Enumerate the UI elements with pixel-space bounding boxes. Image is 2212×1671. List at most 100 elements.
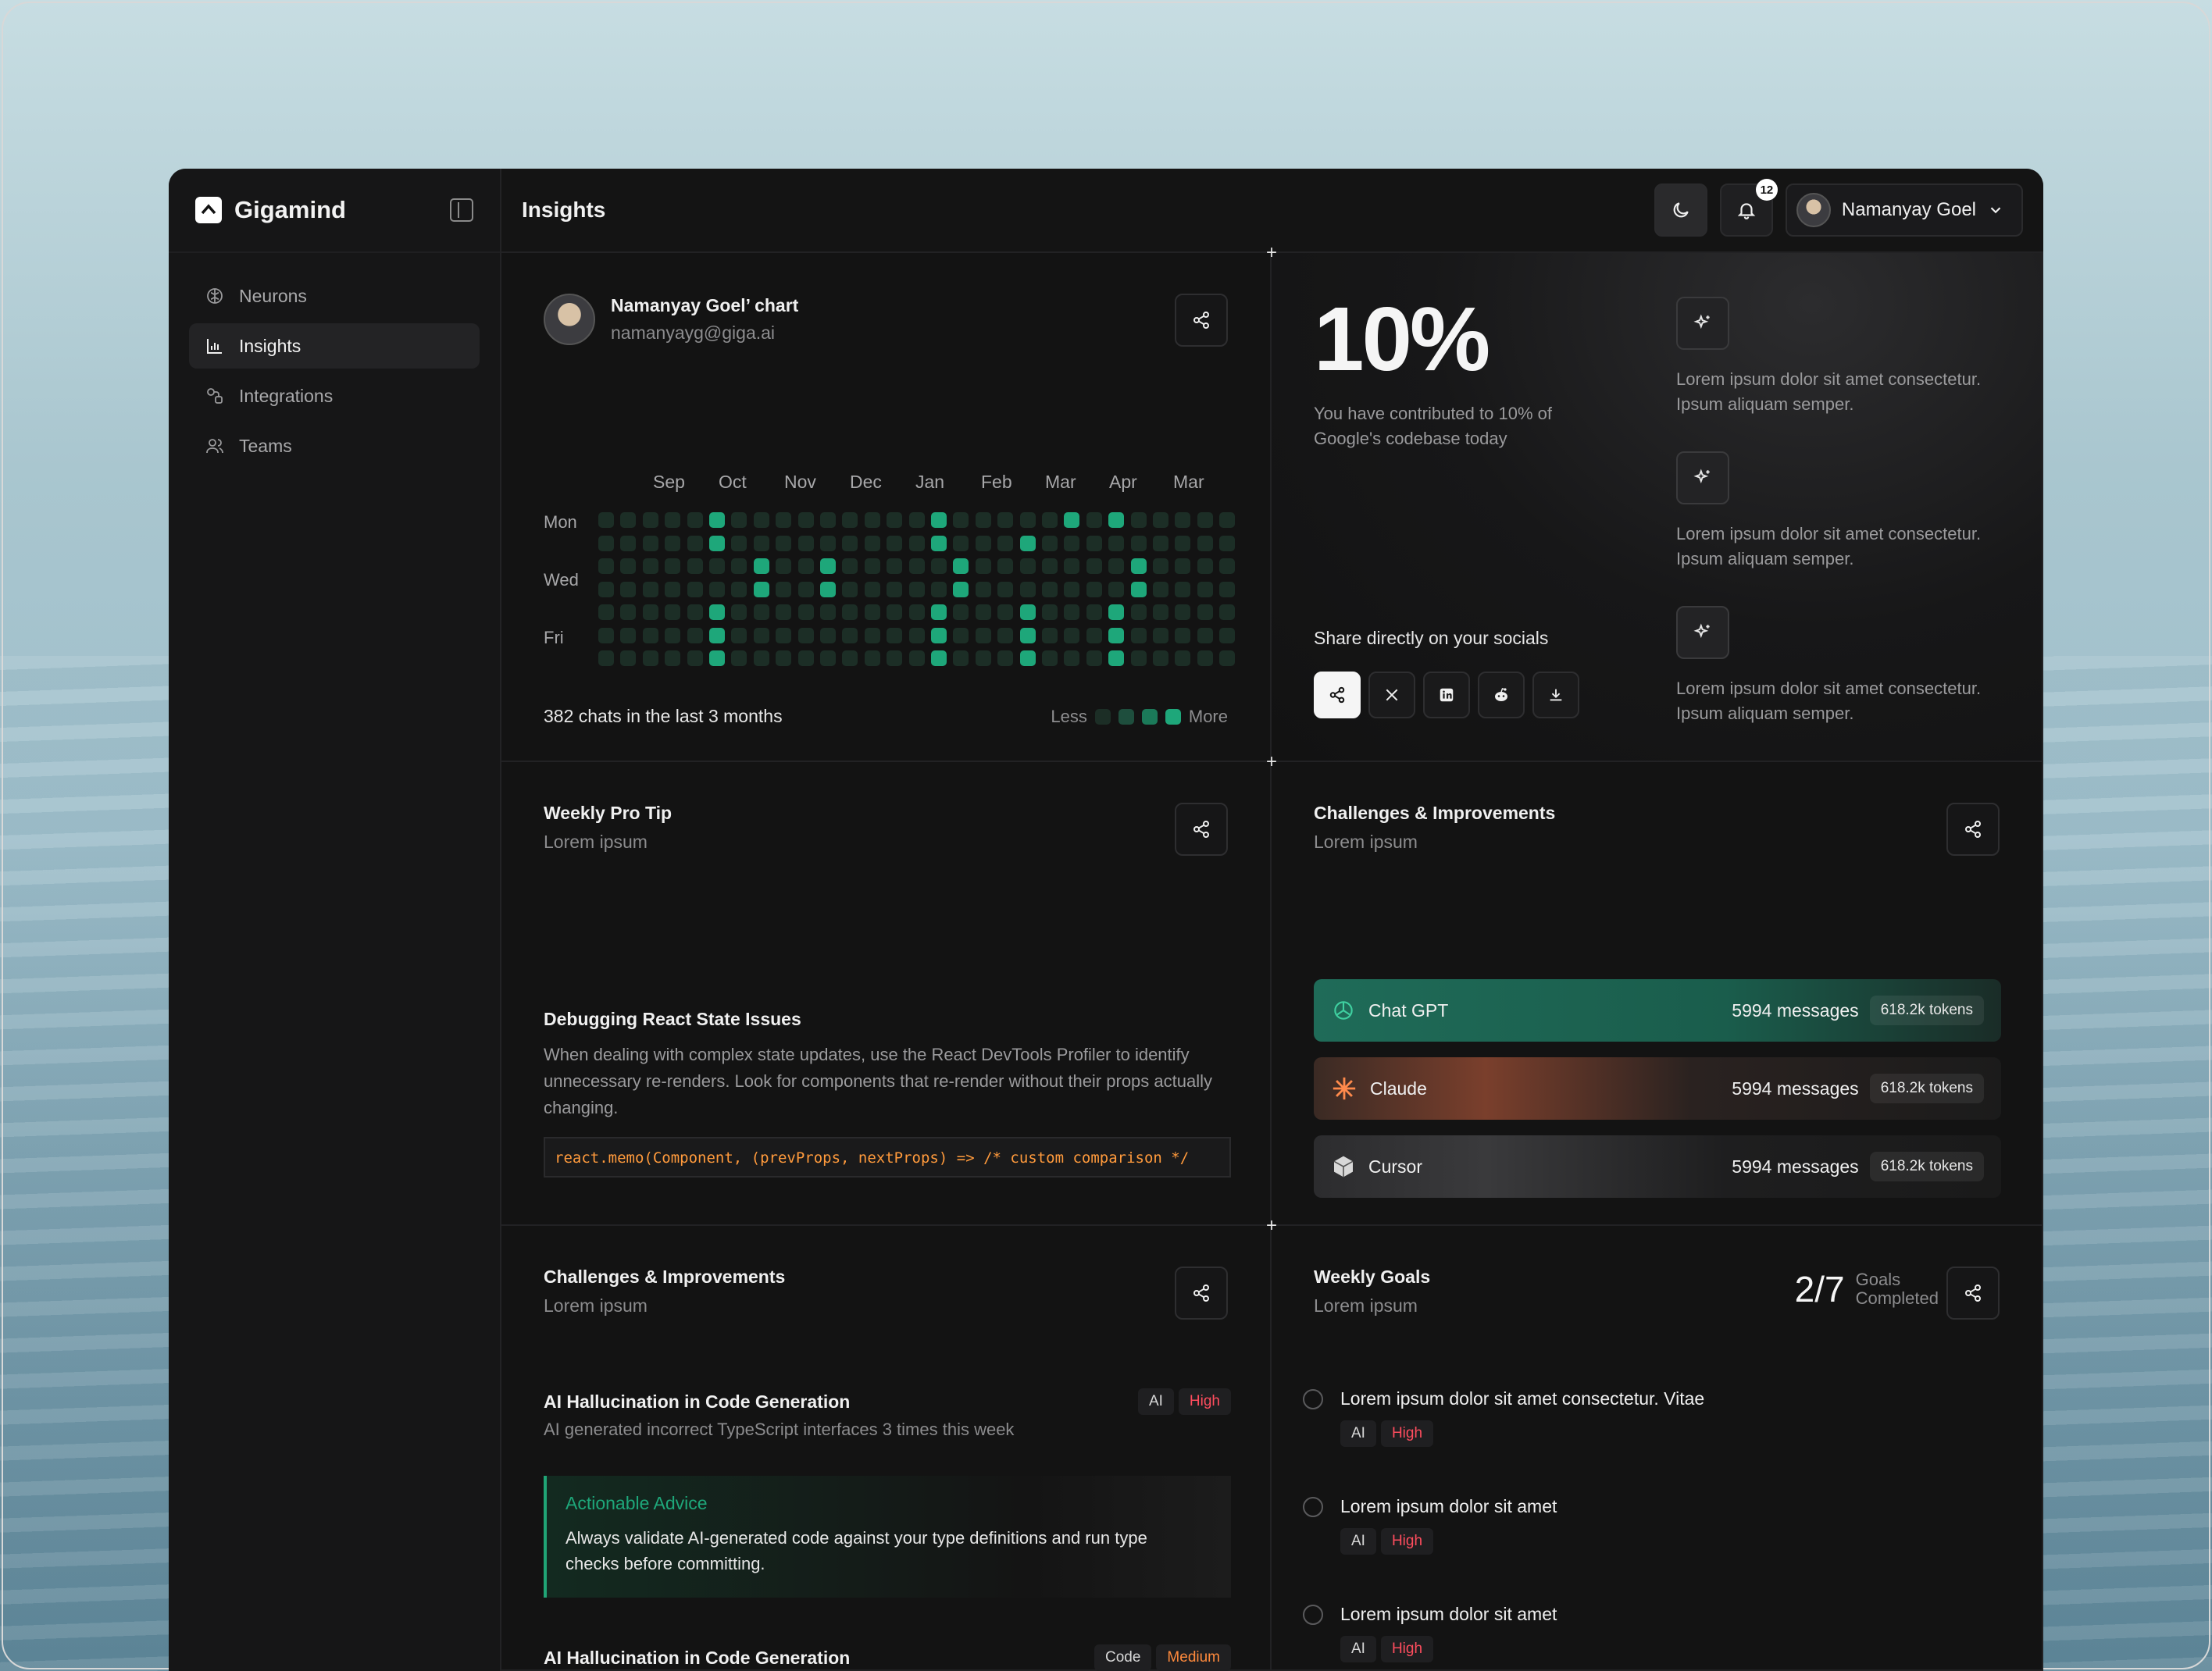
heatmap-cell bbox=[1086, 512, 1102, 528]
heatmap-cell bbox=[887, 650, 903, 666]
heatmap-cell bbox=[953, 581, 969, 597]
theme-toggle-button[interactable] bbox=[1654, 183, 1707, 237]
main-content: Insights 12 Namanyay Goel Namanyay Goel’… bbox=[501, 169, 2043, 1671]
goal-item[interactable]: Lorem ipsum dolor sit amet AI High bbox=[1303, 1604, 2006, 1662]
cursor-icon bbox=[1333, 1156, 1354, 1178]
heatmap-cell bbox=[864, 581, 880, 597]
download-button[interactable] bbox=[1532, 672, 1579, 718]
tip-item: Lorem ipsum dolor sit amet consectetur. … bbox=[1676, 451, 2004, 572]
month-label: Sep bbox=[653, 472, 685, 492]
share-button[interactable] bbox=[1175, 803, 1228, 856]
challenge-item[interactable]: AI Hallucination in Code Generation Code… bbox=[544, 1644, 1231, 1671]
goal-item[interactable]: Lorem ipsum dolor sit amet AI High bbox=[1303, 1496, 2006, 1555]
heatmap-cell bbox=[953, 604, 969, 620]
heatmap-cell bbox=[908, 581, 925, 597]
heatmap-cell bbox=[1042, 650, 1058, 666]
heatmap-cell bbox=[1197, 535, 1213, 551]
panel-subtitle: Lorem ipsum bbox=[544, 1295, 648, 1316]
heatmap-cell bbox=[842, 650, 858, 666]
share-reddit-button[interactable] bbox=[1478, 672, 1525, 718]
heatmap-cell bbox=[1108, 558, 1125, 574]
share-icon bbox=[1193, 821, 1209, 838]
user-menu-button[interactable]: Namanyay Goel bbox=[1785, 183, 2023, 237]
priority-tag: High bbox=[1178, 1388, 1231, 1415]
heatmap-cell bbox=[1153, 581, 1168, 597]
weekly-goals-panel: Weekly Goals Lorem ipsum 2/7 Goals Compl… bbox=[1272, 1226, 2043, 1671]
model-row-claude[interactable]: Claude 5994 messages 618.2k tokens bbox=[1314, 1057, 2001, 1120]
legend-swatch bbox=[1094, 708, 1111, 725]
heatmap-cell bbox=[820, 558, 836, 574]
share-button[interactable] bbox=[1314, 672, 1361, 718]
month-label: Oct bbox=[719, 472, 747, 492]
notifications-button[interactable]: 12 bbox=[1719, 179, 1778, 237]
heatmap-cell bbox=[1042, 512, 1058, 528]
heatmap-cell bbox=[887, 535, 903, 551]
heatmap-cell bbox=[975, 604, 991, 620]
heatmap-cell bbox=[598, 650, 614, 666]
month-label: Feb bbox=[981, 472, 1012, 492]
heatmap-cell bbox=[1130, 512, 1147, 528]
heatmap-cell bbox=[620, 512, 637, 528]
month-label: Mar bbox=[1173, 472, 1204, 492]
tag: AI bbox=[1137, 1388, 1174, 1415]
sidebar-nav: Neurons Insights Integrations Teams bbox=[169, 253, 500, 489]
heatmap-cell bbox=[864, 650, 880, 666]
sidebar-item-insights[interactable]: Insights bbox=[189, 323, 480, 369]
sidebar-item-neurons[interactable]: Neurons bbox=[189, 273, 480, 319]
heatmap-cell bbox=[797, 627, 814, 643]
goal-item[interactable]: Lorem ipsum dolor sit amet consectetur. … bbox=[1303, 1388, 2006, 1447]
challenges-panel: Challenges & Improvements Lorem ipsum AI… bbox=[501, 1226, 1272, 1671]
heatmap-cell bbox=[997, 558, 1014, 574]
goal-checkbox[interactable] bbox=[1303, 1496, 1323, 1517]
goal-text: Lorem ipsum dolor sit amet bbox=[1340, 1604, 1557, 1624]
sidebar-item-teams[interactable]: Teams bbox=[189, 423, 480, 469]
model-usage-panel: Challenges & Improvements Lorem ipsum Ch… bbox=[1272, 762, 2043, 1226]
heatmap-cell bbox=[975, 627, 991, 643]
heatmap-cell bbox=[842, 558, 858, 574]
heatmap-cell bbox=[953, 627, 969, 643]
heatmap-cell bbox=[642, 581, 658, 597]
share-button[interactable] bbox=[1946, 803, 2000, 856]
heatmap-cell bbox=[1175, 535, 1191, 551]
share-button[interactable] bbox=[1175, 1267, 1228, 1320]
heatmap-cell bbox=[797, 558, 814, 574]
sidebar-item-integrations[interactable]: Integrations bbox=[189, 373, 480, 419]
heatmap-cell bbox=[1086, 535, 1102, 551]
heatmap-cell bbox=[997, 535, 1014, 551]
reddit-icon bbox=[1495, 688, 1507, 701]
heatmap-cell bbox=[1197, 604, 1213, 620]
heatmap-cell bbox=[620, 558, 637, 574]
model-name: Cursor bbox=[1368, 1156, 1423, 1177]
heatmap-cell bbox=[1130, 650, 1147, 666]
social-buttons bbox=[1314, 672, 1579, 718]
share-button[interactable] bbox=[1175, 294, 1228, 347]
share-linkedin-button[interactable] bbox=[1423, 672, 1470, 718]
heatmap-cell bbox=[642, 512, 658, 528]
heatmap-cell bbox=[642, 650, 658, 666]
model-row-cursor[interactable]: Cursor 5994 messages 618.2k tokens bbox=[1314, 1135, 2001, 1198]
heatmap-cell bbox=[1019, 581, 1036, 597]
month-label: Mar bbox=[1045, 472, 1076, 492]
month-label: Apr bbox=[1109, 472, 1137, 492]
challenge-item[interactable]: AI Hallucination in Code Generation AI H… bbox=[544, 1388, 1231, 1440]
heatmap-cell bbox=[1042, 581, 1058, 597]
heatmap-cell bbox=[931, 604, 947, 620]
heatmap-cell bbox=[820, 512, 836, 528]
legend-swatch bbox=[1165, 708, 1181, 725]
heatmap-cell bbox=[620, 535, 637, 551]
share-x-button[interactable] bbox=[1368, 672, 1415, 718]
goals-completed: 2/7 Goals Completed bbox=[1795, 1268, 1939, 1310]
model-row-chatgpt[interactable]: Chat GPT 5994 messages 618.2k tokens bbox=[1314, 979, 2001, 1042]
collapse-sidebar-icon[interactable] bbox=[450, 198, 473, 222]
heatmap-cell bbox=[820, 650, 836, 666]
tag: Code bbox=[1094, 1644, 1152, 1671]
goal-checkbox[interactable] bbox=[1303, 1388, 1323, 1409]
share-button[interactable] bbox=[1946, 1267, 2000, 1320]
heatmap-cell bbox=[642, 558, 658, 574]
heatmap-cell bbox=[887, 558, 903, 574]
heatmap-cell bbox=[753, 581, 769, 597]
user-name: Namanyay Goel bbox=[1841, 199, 1976, 220]
goal-checkbox[interactable] bbox=[1303, 1604, 1323, 1625]
model-messages: 5994 messages bbox=[1732, 999, 1859, 1021]
tip-text: Lorem ipsum dolor sit amet consectetur. … bbox=[1676, 679, 1982, 723]
